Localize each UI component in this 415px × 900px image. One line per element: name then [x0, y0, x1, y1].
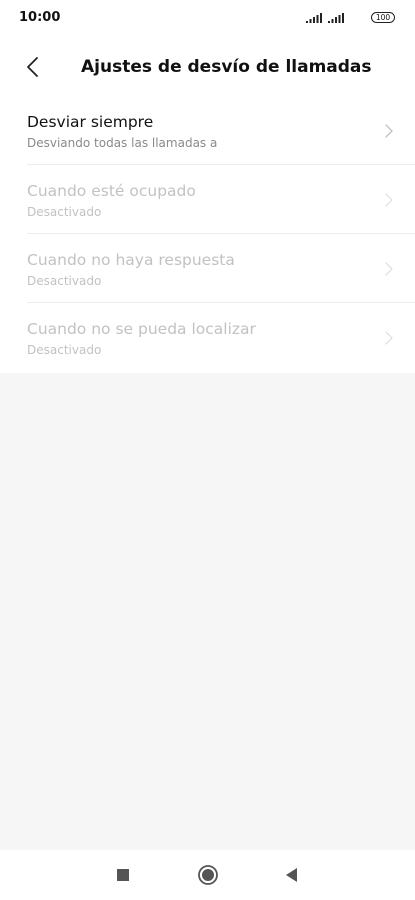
status-bar: 10:00 100 [0, 0, 415, 36]
setting-item-when-busy[interactable]: Cuando esté ocupado Desactivado [0, 165, 415, 234]
item-title: Cuando esté ocupado [27, 182, 196, 200]
settings-list: Desviar siempre Desviando todas las llam… [0, 96, 415, 373]
header: Ajustes de desvío de llamadas [0, 36, 415, 96]
item-title: Desviar siempre [27, 113, 154, 131]
chevron-right-icon [385, 193, 393, 207]
back-button[interactable] [18, 52, 48, 82]
battery-icon: 100 [371, 12, 395, 23]
status-time: 10:00 [19, 10, 61, 25]
circle-home-icon [198, 865, 218, 885]
page-title: Ajustes de desvío de llamadas [81, 57, 372, 77]
back-nav-button[interactable] [281, 864, 303, 886]
battery-level: 100 [375, 13, 391, 22]
item-subtitle: Desactivado [27, 343, 102, 357]
item-subtitle: Desviando todas las llamadas a [27, 136, 218, 150]
screen: 10:00 100 Ajustes de desvío de llamadas [0, 0, 415, 900]
item-title: Cuando no haya respuesta [27, 251, 235, 269]
signal-icon [328, 13, 344, 23]
setting-item-always-forward[interactable]: Desviar siempre Desviando todas las llam… [0, 96, 415, 165]
nav-bar [0, 850, 415, 900]
home-button[interactable] [197, 864, 219, 886]
item-subtitle: Desactivado [27, 205, 102, 219]
square-icon [117, 869, 129, 881]
setting-item-unreachable[interactable]: Cuando no se pueda localizar Desactivado [0, 303, 415, 372]
signal-icon [306, 13, 322, 23]
item-title: Cuando no se pueda localizar [27, 320, 256, 338]
item-subtitle: Desactivado [27, 274, 102, 288]
triangle-back-icon [286, 868, 297, 882]
setting-item-no-answer[interactable]: Cuando no haya respuesta Desactivado [0, 234, 415, 303]
chevron-right-icon [385, 124, 393, 138]
chevron-right-icon [385, 331, 393, 345]
chevron-left-icon [27, 57, 38, 77]
recents-button[interactable] [112, 864, 134, 886]
chevron-right-icon [385, 262, 393, 276]
